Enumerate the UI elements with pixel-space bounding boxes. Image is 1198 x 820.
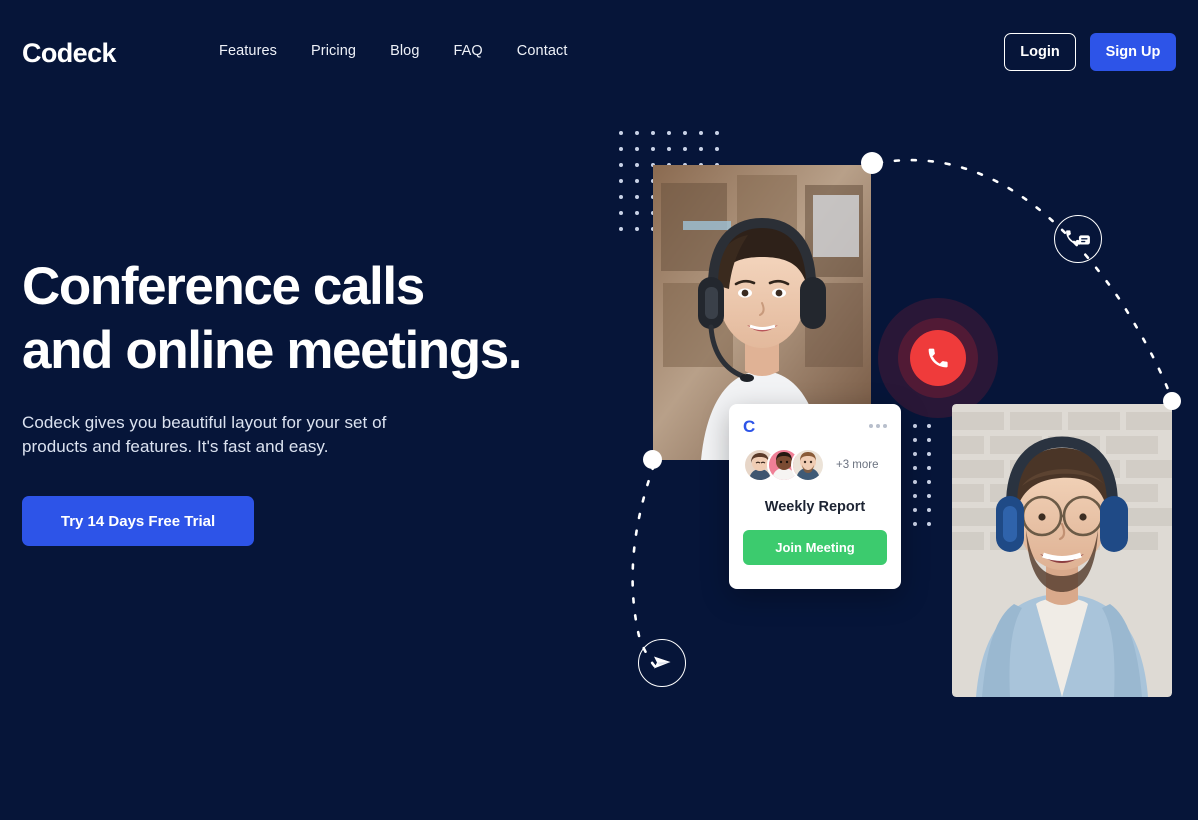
man-headphones-image [952, 404, 1172, 697]
call-button[interactable] [910, 330, 966, 386]
avatar-group[interactable] [743, 448, 825, 482]
top-navigation-bar: Codeck Features Pricing Blog FAQ Contact… [0, 0, 1198, 104]
nav-item-contact[interactable]: Contact [517, 43, 568, 59]
nav-item-features[interactable]: Features [219, 43, 277, 59]
landing-page: Codeck Features Pricing Blog FAQ Contact… [0, 0, 1198, 820]
meeting-title: Weekly Report [764, 499, 866, 515]
more-dots-icon[interactable] [869, 424, 887, 428]
meeting-card[interactable]: C +3 more Weekly Report Join Meeting [729, 404, 901, 589]
phone-icon [928, 348, 948, 368]
decorative-dot-grid-right [913, 424, 931, 526]
free-trial-button[interactable]: Try 14 Days Free Trial [22, 496, 254, 546]
brand-logo[interactable]: Codeck [22, 38, 117, 69]
connector-dot-right [1163, 392, 1181, 410]
signup-button[interactable]: Sign Up [1090, 33, 1176, 71]
send-message-badge[interactable] [638, 639, 686, 687]
chat-call-badge[interactable] [1054, 215, 1102, 263]
nav-item-pricing[interactable]: Pricing [311, 43, 356, 59]
hero-title-line-1: Conference calls [22, 257, 425, 316]
page-title: Conference calls and online meetings. [22, 255, 622, 383]
avatar [791, 448, 825, 482]
meeting-card-header: C [743, 416, 887, 436]
hero-subtitle: Codeck gives you beautiful layout for yo… [22, 413, 387, 456]
hero-section: Conference calls and online meetings. Co… [22, 255, 622, 546]
nav-links: Features Pricing Blog FAQ Contact [219, 43, 567, 59]
photo-man-headphones [952, 404, 1172, 697]
connector-dot-top [861, 152, 883, 174]
more-participants-label: +3 more [836, 459, 879, 471]
phone-chat-icon [1066, 230, 1090, 245]
nav-item-blog[interactable]: Blog [390, 43, 419, 59]
connector-dot-left [643, 450, 662, 469]
nav-item-faq[interactable]: FAQ [453, 43, 482, 59]
join-meeting-button[interactable]: Join Meeting [743, 530, 887, 565]
card-logo: C [743, 416, 756, 436]
login-button[interactable]: Login [1004, 33, 1076, 71]
nav-actions: Login Sign Up [1004, 33, 1176, 71]
hero-title-line-2: and online meetings. [22, 321, 523, 380]
avatar-image-3 [793, 450, 823, 480]
participants-row: +3 more [743, 448, 887, 482]
paper-plane-icon [654, 656, 671, 669]
